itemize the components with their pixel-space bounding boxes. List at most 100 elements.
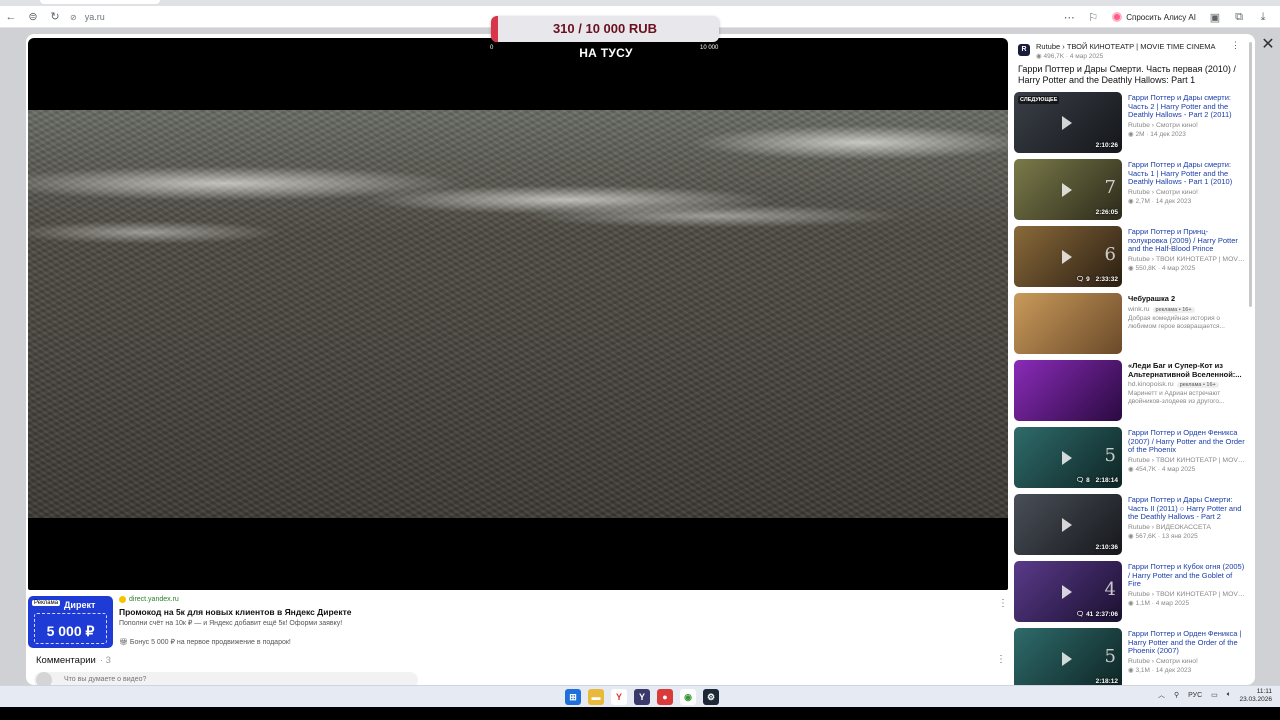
- comments-count: · 3: [99, 655, 111, 666]
- scrollbar[interactable]: [1249, 42, 1252, 307]
- thumbnail[interactable]: 5 🗨︎ 8 2:18:14: [1014, 427, 1122, 488]
- back-icon[interactable]: ←: [0, 6, 22, 28]
- ad-menu-icon[interactable]: ⋮: [998, 598, 1008, 609]
- list-item[interactable]: Чебурашка 2 wink.ru реклама • 16+ Добрая ко…: [1014, 293, 1250, 360]
- video-title: Гарри Поттер и Дары Смерти. Часть первая…: [1018, 64, 1236, 85]
- video-player[interactable]: [28, 38, 1008, 590]
- list-item[interactable]: 6 🗨︎ 9 2:33:32 Гарри Поттер и Принц-полукро…: [1014, 226, 1250, 293]
- item-title[interactable]: «Леди Баг и Супер-Кот из Альтернативной …: [1128, 361, 1246, 379]
- comment-count: 🗨︎ 41: [1076, 611, 1094, 618]
- lang-indicator[interactable]: РУС: [1188, 692, 1202, 699]
- ad-title[interactable]: Промокод на 5к для новых клиентов в Янде…: [119, 607, 352, 617]
- thumbnail[interactable]: 2:10:36: [1014, 494, 1122, 555]
- ad-label: Реклама: [32, 600, 61, 606]
- item-title[interactable]: Гарри Поттер и Принц-полукровка (2009) /…: [1128, 227, 1246, 254]
- item-title[interactable]: Гарри Поттер и Кубок огня (2005) / Harry…: [1128, 562, 1246, 589]
- comment-box[interactable]: [34, 672, 418, 685]
- yandex-browser-icon[interactable]: Y: [634, 689, 650, 705]
- item-channel[interactable]: Rutube › ТВОЙ КИНОТЕАТР | MOVIE TIME CIN…: [1128, 256, 1246, 263]
- downloads-icon[interactable]: ⤓: [1252, 6, 1274, 28]
- start-icon[interactable]: ⊞: [565, 689, 581, 705]
- ad-badge: реклама • 16+: [1152, 306, 1195, 313]
- yandex-icon[interactable]: Y: [611, 689, 627, 705]
- alice-icon: [1112, 12, 1123, 22]
- duration: 2:10:26: [1095, 142, 1118, 149]
- video-menu-icon[interactable]: ⋮: [1231, 40, 1240, 51]
- channel-name[interactable]: Rutube › ТВОЙ КИНОТЕАТР | MOVIE TIME CIN…: [1036, 42, 1216, 51]
- comments-menu-icon[interactable]: ⋮: [996, 654, 1006, 665]
- play-icon: [1062, 451, 1072, 465]
- bookmark-icon[interactable]: ⚐: [1082, 6, 1104, 28]
- list-item[interactable]: 5 🗨︎ 8 2:18:14 Гарри Поттер и Орден Феникса…: [1014, 427, 1250, 494]
- comment-input[interactable]: [64, 676, 364, 683]
- chrome-icon[interactable]: ◉: [680, 689, 696, 705]
- site-info-icon[interactable]: ⊘: [70, 13, 77, 22]
- item-meta: ◉ 550,8K · 4 мар 2025: [1128, 264, 1196, 272]
- list-item[interactable]: 5 2:18:12 Гарри Поттер и Орден Феникса | H…: [1014, 628, 1250, 685]
- item-channel[interactable]: Rutube › Смотри кино!: [1128, 658, 1246, 665]
- thumbnail[interactable]: 7 2:26:05: [1014, 159, 1122, 220]
- list-item[interactable]: 4 🗨︎ 41 2:37:06 Гарри Поттер и Кубок огня (…: [1014, 561, 1250, 628]
- thumbnail[interactable]: СЛЕДУЮЩЕЕ 2:10:26: [1014, 92, 1122, 153]
- list-item[interactable]: 7 2:26:05 Гарри Поттер и Дары смерти: Част…: [1014, 159, 1250, 226]
- channel-meta: ◉ 496,7K · 4 мар 2025: [1036, 53, 1104, 60]
- collections-icon[interactable]: ⧉: [1228, 6, 1250, 28]
- volume-icon[interactable]: 🔈︎: [1227, 691, 1231, 699]
- thumbnail[interactable]: 4 🗨︎ 41 2:37:06: [1014, 561, 1122, 622]
- item-channel[interactable]: Rutube › Смотри кино!: [1128, 122, 1246, 129]
- app-icon[interactable]: ●: [657, 689, 673, 705]
- ad-image[interactable]: Реклама Директ 5 000 ₽: [28, 596, 113, 648]
- steam-icon[interactable]: ⚙: [703, 689, 719, 705]
- list-item[interactable]: «Леди Баг и Супер-Кот из Альтернативной …: [1014, 360, 1250, 427]
- location-icon[interactable]: ⚲: [1174, 691, 1179, 699]
- shield-icon[interactable]: ⊜: [22, 6, 44, 28]
- item-channel[interactable]: Rutube › ТВОЙ КИНОТЕАТР | MOVIE TIME CIN…: [1128, 591, 1246, 598]
- address-bar[interactable]: ⊘ ya.ru: [70, 9, 490, 25]
- clock-date: 23.03.2026: [1239, 696, 1272, 703]
- folder-icon[interactable]: ▬: [588, 689, 604, 705]
- ad-block[interactable]: Реклама Директ 5 000 ₽ direct.yandex.ru …: [28, 595, 1008, 651]
- monitor-icon[interactable]: ▭: [1211, 691, 1218, 699]
- comments-count-value: 3: [105, 655, 111, 666]
- donation-goal-bar: 310 / 10 000 RUB: [491, 16, 719, 42]
- item-title[interactable]: Гарри Поттер и Орден Феникса | Harry Pot…: [1128, 629, 1246, 656]
- close-icon[interactable]: ✕: [1260, 37, 1276, 53]
- donation-amount: 310 / 10 000 RUB: [552, 21, 658, 36]
- item-meta: ◉ 567,6K · 13 янв 2025: [1128, 532, 1198, 540]
- comment-count-value: 8: [1086, 477, 1090, 484]
- item-channel[interactable]: Rutube › Смотри кино!: [1128, 189, 1246, 196]
- thumbnail[interactable]: [1014, 293, 1122, 354]
- more-icon[interactable]: ⋯: [1058, 6, 1080, 28]
- item-meta: ◉ 2M · 14 дек 2023: [1128, 130, 1186, 138]
- item-title[interactable]: Гарри Поттер и Орден Феникса (2007) / Ha…: [1128, 428, 1246, 455]
- thumbnail[interactable]: 6 🗨︎ 9 2:33:32: [1014, 226, 1122, 287]
- item-channel[interactable]: wink.ru реклама • 16+: [1128, 306, 1246, 313]
- item-channel[interactable]: Rutube › ВИДЕОКАССЕТА: [1128, 524, 1246, 531]
- reload-icon[interactable]: ↻: [44, 6, 66, 28]
- list-item[interactable]: 2:10:36 Гарри Поттер и Дары Смерти: Часть…: [1014, 494, 1250, 561]
- item-channel[interactable]: hd.kinopoisk.ru реклама • 16+: [1128, 381, 1246, 389]
- item-channel[interactable]: Rutube › ТВОЙ КИНОТЕАТР | MOVIE TIME CIN…: [1128, 457, 1246, 464]
- recommendations-list: СЛЕДУЮЩЕЕ 2:10:26 Гарри Поттер и Дары смер…: [1014, 92, 1250, 685]
- duration: 2:33:32: [1095, 276, 1118, 283]
- ask-alice-button[interactable]: Спросить Алису AI: [1106, 9, 1202, 25]
- list-item[interactable]: СЛЕДУЮЩЕЕ 2:10:26 Гарри Поттер и Дары смер…: [1014, 92, 1250, 159]
- item-title[interactable]: Гарри Поттер и Дары смерти: Часть 1 | Ha…: [1128, 160, 1246, 187]
- item-meta: ◉ 1,1M · 4 мар 2025: [1128, 599, 1190, 607]
- video-frame[interactable]: [28, 110, 1008, 518]
- active-tab[interactable]: [40, 0, 160, 4]
- play-icon: [1062, 183, 1072, 197]
- item-title[interactable]: Чебурашка 2: [1128, 294, 1246, 304]
- item-title[interactable]: Гарри Поттер и Дары Смерти: Часть II (20…: [1128, 495, 1246, 522]
- comment-count-value: 41: [1086, 611, 1094, 618]
- thumbnail[interactable]: [1014, 360, 1122, 421]
- tray-chevron-icon[interactable]: ︿: [1158, 690, 1165, 700]
- media-icon[interactable]: ▣: [1204, 6, 1226, 28]
- item-meta: ◉ 454,7K · 4 мар 2025: [1128, 465, 1196, 473]
- item-title[interactable]: Гарри Поттер и Дары смерти: Часть 2 | Ha…: [1128, 93, 1246, 120]
- thumbnail[interactable]: 5 2:18:12: [1014, 628, 1122, 685]
- clock[interactable]: 11:11 23.03.2026: [1238, 688, 1272, 704]
- donation-max-label: 10 000: [700, 45, 719, 51]
- ad-domain[interactable]: direct.yandex.ru: [119, 596, 179, 603]
- channel-logo[interactable]: R: [1018, 44, 1030, 56]
